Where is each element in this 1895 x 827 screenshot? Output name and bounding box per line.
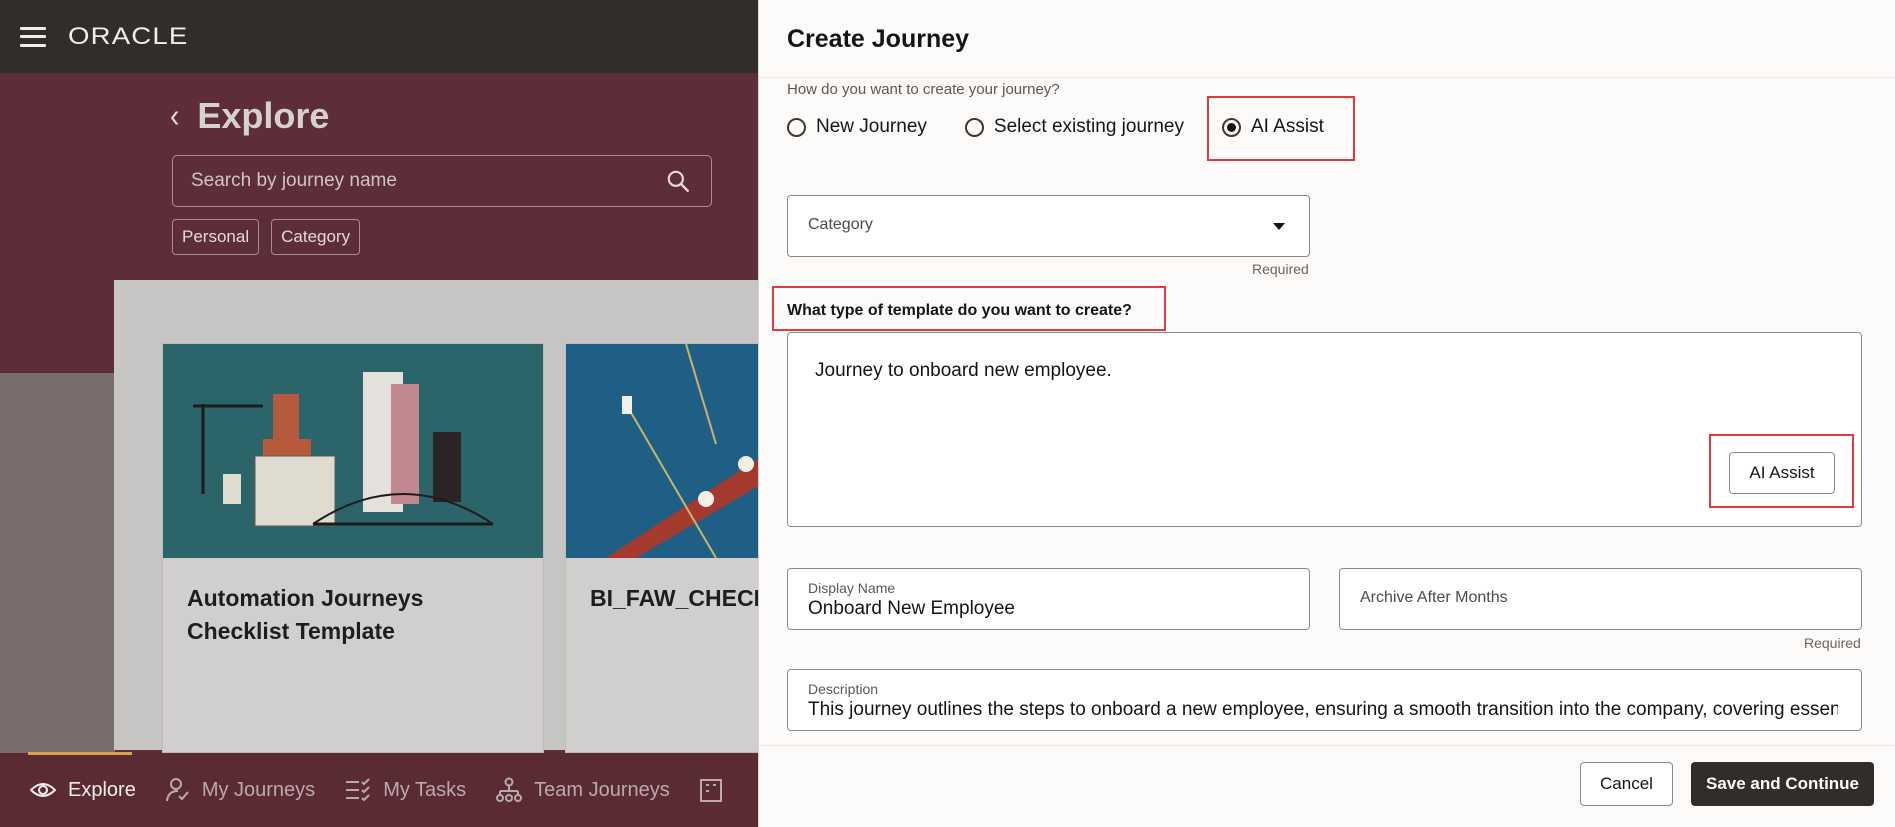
radio-circle-icon <box>964 117 984 137</box>
journey-search-input[interactable]: Search by journey name <box>172 155 712 207</box>
display-name-label: Display Name <box>808 580 896 596</box>
highlight-box-template-label <box>772 286 1166 331</box>
hamburger-menu-icon[interactable] <box>20 26 46 47</box>
search-placeholder: Search by journey name <box>191 170 397 191</box>
save-and-continue-button[interactable]: Save and Continue <box>1691 762 1874 806</box>
template-description-text: Journey to onboard new employee. <box>815 360 1112 381</box>
bottom-navigation: Explore My Journeys My Tasks Team Journe… <box>0 751 758 827</box>
creation-method-question: How do you want to create your journey? <box>787 81 1060 98</box>
template-description-textarea[interactable]: Journey to onboard new employee. <box>787 332 1862 527</box>
description-label: Description <box>808 681 879 697</box>
journey-card[interactable]: Automation Journeys Checklist Template <box>162 343 544 753</box>
nav-team-journeys[interactable]: Team Journeys <box>496 777 670 803</box>
card-title: Automation Journeys Checklist Template <box>163 558 543 673</box>
cancel-button[interactable]: Cancel <box>1580 762 1673 806</box>
radio-new-journey[interactable]: New Journey <box>787 116 927 138</box>
hierarchy-icon <box>496 777 523 802</box>
nav-building[interactable] <box>699 778 734 802</box>
page-title: Explore <box>197 95 330 136</box>
nav-my-journeys-label: My Journeys <box>201 778 316 801</box>
card-image-city <box>163 344 543 558</box>
back-chevron-icon[interactable]: ‹ <box>170 97 179 135</box>
caret-down-icon <box>1273 223 1285 230</box>
filter-chips: Personal Category <box>172 219 361 255</box>
nav-my-tasks[interactable]: My Tasks <box>345 778 466 802</box>
radio-circle-icon <box>787 117 806 137</box>
top-bar: ORACLE <box>0 0 758 73</box>
drawer-footer: Cancel Save and Continue <box>759 745 1895 827</box>
card-title-line: Checklist Template <box>187 618 395 645</box>
display-name-field[interactable]: Display Name Onboard New Employee <box>787 568 1310 630</box>
chip-personal[interactable]: Personal <box>172 219 260 255</box>
nav-team-journeys-label: Team Journeys <box>534 778 670 801</box>
nav-my-journeys[interactable]: My Journeys <box>165 777 316 803</box>
background-app: ORACLE ‹ Explore Search by journey name … <box>0 0 758 827</box>
display-name-value: Onboard New Employee <box>808 598 1015 619</box>
card-title: BI_FAW_CHECK <box>566 558 758 639</box>
archive-after-months-placeholder: Archive After Months <box>1360 589 1508 606</box>
radio-label: Select existing journey <box>993 116 1184 137</box>
category-required-hint: Required <box>1252 261 1309 277</box>
card-image-rowing <box>566 344 758 558</box>
nav-my-tasks-label: My Tasks <box>383 778 467 801</box>
highlight-box-ai-assist-radio <box>1207 96 1355 161</box>
description-value: This journey outlines the steps to onboa… <box>808 699 1838 720</box>
highlight-box-ai-assist-button <box>1709 434 1854 508</box>
chip-category[interactable]: Category <box>271 219 361 255</box>
checklist-icon <box>346 778 370 802</box>
oracle-logo: ORACLE <box>68 22 189 50</box>
archive-after-months-field[interactable]: Archive After Months <box>1339 568 1862 630</box>
create-journey-drawer: Create Journey How do you want to create… <box>758 0 1895 827</box>
person-check-icon <box>165 778 189 802</box>
card-title-line: Automation Journeys <box>187 585 424 611</box>
description-field[interactable]: Description This journey outlines the st… <box>787 669 1862 731</box>
journey-card[interactable]: BI_FAW_CHECK <box>565 343 758 753</box>
building-icon <box>699 779 722 802</box>
nav-explore-label: Explore <box>68 778 136 801</box>
topographic-decoration <box>0 373 115 753</box>
category-placeholder: Category <box>808 216 873 233</box>
archive-required-hint: Required <box>1804 635 1861 651</box>
radio-label: New Journey <box>816 116 927 137</box>
drawer-title: Create Journey <box>787 25 970 53</box>
drawer-header: Create Journey <box>759 0 1895 78</box>
explore-header: ‹ Explore <box>170 95 329 137</box>
nav-explore[interactable]: Explore <box>28 751 136 802</box>
search-icon[interactable] <box>665 168 691 194</box>
category-select[interactable]: Category <box>787 195 1310 257</box>
eye-icon <box>30 783 56 797</box>
card-title-line: BI_FAW_CHECK <box>590 585 758 611</box>
radio-select-existing-journey[interactable]: Select existing journey <box>964 116 1184 138</box>
